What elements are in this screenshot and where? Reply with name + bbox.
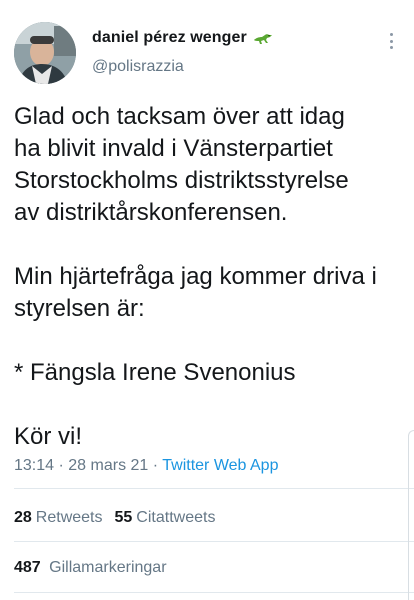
retweets-stat[interactable]: 28 Retweets [14, 509, 103, 527]
likes-count: 487 [14, 559, 41, 576]
avatar-photo-icon [14, 22, 76, 84]
tweet-date[interactable]: 28 mars 21 [68, 457, 148, 474]
tweet-paragraph: Min hjärtefråga jag kommer driva i styre… [14, 263, 377, 322]
tweet-time[interactable]: 13:14 [14, 457, 54, 474]
quotes-count: 55 [114, 509, 133, 526]
tweet-paragraph: Kör vi! [14, 423, 83, 450]
author-name-row[interactable]: daniel pérez wenger [92, 29, 273, 47]
divider [14, 488, 414, 489]
likes-label: Gillamarkeringar [49, 559, 167, 576]
tweet-detail: daniel pérez wenger @polisrazzia Glad oc… [0, 0, 414, 600]
dot [389, 39, 393, 43]
divider [14, 592, 414, 593]
divider [14, 541, 414, 542]
dot [389, 46, 393, 49]
quote-tweets-stat[interactable]: 55 Citattweets [115, 509, 216, 527]
engagement-stats: 28 Retweets 55 Citattweets [14, 509, 215, 527]
avatar[interactable] [14, 22, 76, 84]
quotes-label: Citattweets [136, 509, 216, 526]
author-handle[interactable]: @polisrazzia [92, 58, 184, 76]
tweet-paragraph: * Fängsla Irene Svenonius [14, 359, 296, 386]
dot [389, 33, 393, 36]
tweet-paragraph: Glad och tacksam över att idag ha blivit… [14, 103, 349, 226]
scroll-edge [408, 430, 414, 600]
likes-stat[interactable]: 487 Gillamarkeringar [14, 559, 167, 577]
meta-separator: · [152, 457, 159, 474]
retweets-count: 28 [14, 509, 32, 526]
author-display-name[interactable]: daniel pérez wenger [92, 29, 247, 47]
retweets-label: Retweets [35, 509, 103, 526]
tweet-meta: 13:14 · 28 mars 21 · Twitter Web App [14, 457, 278, 475]
more-options-icon[interactable] [384, 30, 398, 52]
tweet-source-link[interactable]: Twitter Web App [162, 457, 278, 474]
tweet-header: daniel pérez wenger @polisrazzia [0, 0, 414, 90]
lizard-icon [253, 31, 273, 45]
meta-separator: · [58, 457, 64, 474]
tweet-text: Glad och tacksam över att idag ha blivit… [14, 101, 406, 453]
